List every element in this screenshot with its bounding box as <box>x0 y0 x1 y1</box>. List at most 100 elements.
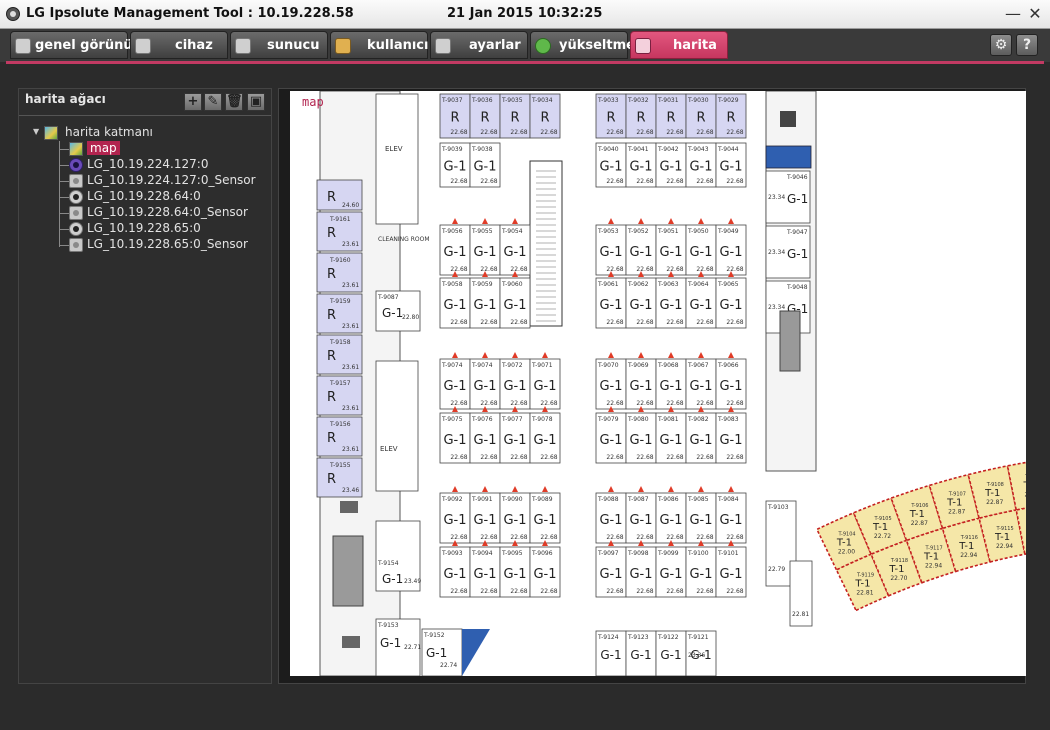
unit-code: T-9091 <box>471 496 493 503</box>
unit-area: 22.68 <box>666 129 683 136</box>
unit-type: G-1 <box>689 159 712 174</box>
add-map-button[interactable]: + <box>184 93 202 111</box>
unit-type: G-1 <box>382 306 403 320</box>
unit-area: 23.61 <box>342 405 359 412</box>
unit-code: T-9066 <box>717 362 739 369</box>
unit-area: 22.68 <box>696 266 713 273</box>
unit-code: T-9087 <box>377 294 399 301</box>
tab-harita[interactable]: harita <box>630 31 728 59</box>
minimize-button[interactable]: — <box>1004 5 1022 23</box>
unit-type: G-1 <box>443 513 466 528</box>
sensor-marker <box>608 352 614 358</box>
unit-area: 22.68 <box>606 454 623 461</box>
unit-type: G-1 <box>659 159 682 174</box>
unit-type: G-1 <box>503 513 526 528</box>
unit-code: T-9089 <box>531 496 553 503</box>
column <box>780 111 796 127</box>
unit-area: 22.68 <box>606 534 623 541</box>
column <box>779 310 801 372</box>
unit-type: G-1 <box>629 159 652 174</box>
unit-area: 22.68 <box>606 266 623 273</box>
unit-code: T-9068 <box>657 362 679 369</box>
unit-area: 22.68 <box>480 534 497 541</box>
tab-ayarlar[interactable]: ayarlar <box>430 31 528 59</box>
unit-code: T-9063 <box>657 281 679 288</box>
unit-code: T-9032 <box>627 97 649 104</box>
unit-code: T-9098 <box>627 550 649 557</box>
unit-code: T-9049 <box>717 228 739 235</box>
unit-area: 23.46 <box>342 487 359 494</box>
tab-cihaz[interactable]: cihaz <box>130 31 228 59</box>
unit-area: 23.34 <box>768 304 785 311</box>
unit-type: R <box>327 349 336 364</box>
unit-area: 22.72 <box>874 533 891 540</box>
sensor-marker <box>698 352 704 358</box>
blue-room <box>462 629 490 676</box>
tab-sunucu[interactable]: sunucu <box>230 31 328 59</box>
help-button[interactable]: ? <box>1016 34 1038 56</box>
unit-area: 22.68 <box>540 129 557 136</box>
edit-map-button[interactable]: ✎ <box>204 93 222 111</box>
close-button[interactable]: ✕ <box>1026 5 1044 23</box>
sensor-icon <box>69 174 83 188</box>
unit-type: G-1 <box>629 298 652 313</box>
unit-code: T-9081 <box>657 416 679 423</box>
unit-type: T-1 <box>888 564 904 575</box>
unit-area: 22.68 <box>696 454 713 461</box>
unit-type: G-1 <box>503 567 526 582</box>
sensor-marker <box>728 218 734 224</box>
unit-code: T-9040 <box>597 146 619 153</box>
unit-type: T-1 <box>958 541 974 552</box>
unit-code: T-9074 <box>441 362 463 369</box>
unit-type: R <box>510 110 519 125</box>
unit-type: G-1 <box>443 433 466 448</box>
tab-kullanici[interactable]: kullanıcı <box>330 31 428 59</box>
elevator-label: ELEV <box>380 445 398 453</box>
unit-type: G-1 <box>473 567 496 582</box>
tab-underline <box>6 61 1044 64</box>
sensor-marker <box>668 486 674 492</box>
sensor-marker <box>608 218 614 224</box>
unit-area: 22.68 <box>480 266 497 273</box>
unit-type: G-1 <box>629 567 652 582</box>
unit-code: T-9080 <box>627 416 649 423</box>
unit-area: 22.68 <box>636 534 653 541</box>
tree-item-label: map <box>87 141 120 155</box>
sensor-marker <box>638 486 644 492</box>
unit-code: T-9160 <box>329 257 351 264</box>
unit-code: T-9096 <box>531 550 553 557</box>
window-title: LG Ipsolute Management Tool : 10.19.228.… <box>26 6 354 21</box>
unit-code: T-9054 <box>501 228 523 235</box>
unit-type: R <box>327 472 336 487</box>
unit-area: 22.68 <box>666 266 683 273</box>
sensor-icon <box>69 238 83 252</box>
sensor-marker <box>638 218 644 224</box>
view-map-button[interactable]: ▣ <box>247 93 265 111</box>
collapse-arrow-icon[interactable]: ▼ <box>33 128 41 136</box>
unit-code: T-9034 <box>531 97 553 104</box>
unit-code: T-9055 <box>471 228 493 235</box>
map-tree-title: harita ağacı <box>25 92 106 106</box>
unit-area: 22.68 <box>726 400 743 407</box>
unit-area: 22.87 <box>986 499 1003 506</box>
tab-genel-gorunum[interactable]: genel görünüm <box>10 31 146 59</box>
unit-type: R <box>606 110 615 125</box>
unit-code: T-9153 <box>377 622 399 629</box>
unit-type: G-1 <box>719 567 742 582</box>
unit-area: 22.68 <box>450 454 467 461</box>
sensor-marker <box>728 352 734 358</box>
cleaning-room-label: CLEANING ROOM <box>378 236 430 243</box>
delete-map-button[interactable]: 🗑 <box>225 93 243 111</box>
camera-icon <box>69 222 83 236</box>
unit-code: T-9031 <box>657 97 679 104</box>
unit-type: R <box>726 110 735 125</box>
tab-yukseltme[interactable]: yükseltme <box>530 31 635 59</box>
floor-plan-map[interactable]: R 24.60 T-9161 R 23.61 T-9160 R 23.61 T-9159 R 23.… <box>290 91 1026 676</box>
sensor-marker <box>668 218 674 224</box>
settings-gear-button[interactable]: ⚙ <box>990 34 1012 56</box>
unit-area: 22.68 <box>450 129 467 136</box>
unit-type: G-1 <box>660 648 681 662</box>
unit-code: T-9072 <box>501 362 523 369</box>
unit-area: 22.68 <box>726 319 743 326</box>
unit-type: R <box>450 110 459 125</box>
